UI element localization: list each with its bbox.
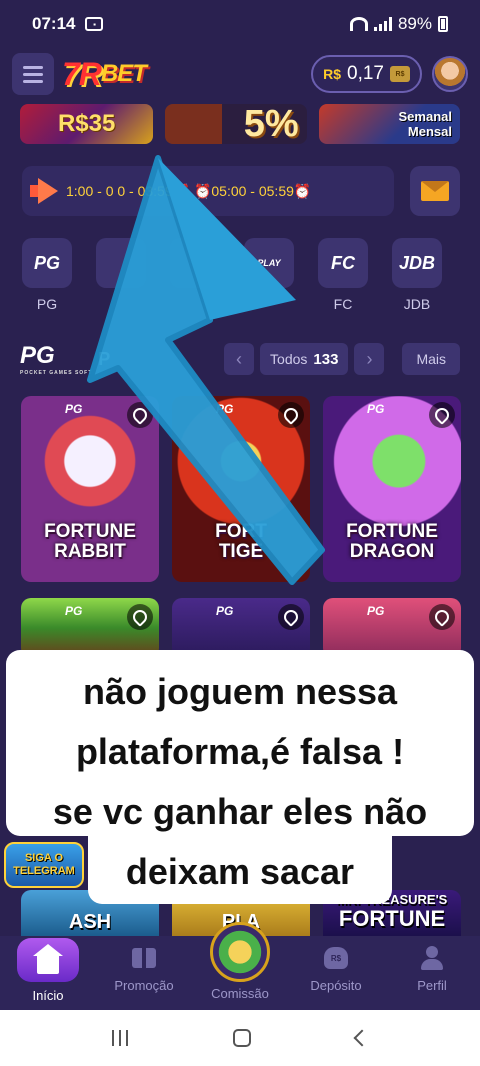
system-nav-bar bbox=[0, 1010, 480, 1066]
messages-button[interactable] bbox=[410, 166, 460, 216]
user-icon bbox=[417, 944, 447, 972]
pager: ‹ Todos 133 › Mais bbox=[224, 343, 460, 375]
recents-icon[interactable] bbox=[112, 1030, 129, 1046]
banner-bonus[interactable]: R$35 bbox=[20, 104, 154, 144]
section-header: PG POCKET GAMES SOFT P ‹ Todos 133 › Mai… bbox=[20, 342, 460, 376]
avatar[interactable] bbox=[432, 56, 468, 92]
bottom-nav: Início Promoção Comissão R$ Depósito Per… bbox=[0, 922, 480, 1010]
menu-icon bbox=[23, 65, 43, 69]
game-card-fortune-tiger[interactable]: PG FORT TIGE bbox=[172, 396, 310, 582]
provider-play[interactable]: PLAY bbox=[244, 238, 294, 312]
notification-icon: ▪ bbox=[85, 17, 104, 31]
games-count[interactable]: Todos 133 bbox=[260, 343, 349, 375]
next-page-button[interactable]: › bbox=[354, 343, 385, 375]
provider-hidden-2[interactable] bbox=[170, 238, 220, 312]
provider-fc[interactable]: FC FC bbox=[318, 238, 368, 312]
announcement-marquee[interactable]: 1:00 - 0 0 - 03:59⏰ ⏰05:00 - 05:59⏰ bbox=[22, 166, 394, 216]
provider-hidden-1[interactable] bbox=[96, 238, 146, 312]
jdb-provider-icon: JDB bbox=[392, 238, 442, 288]
marquee-text: 1:00 - 0 0 - 03:59⏰ ⏰05:00 - 05:59⏰ bbox=[66, 182, 312, 199]
nav-perfil[interactable]: Perfil bbox=[384, 944, 480, 993]
games-grid: PG FORTUNE RABBIT PG FORT TIGE PG FORTUNE D… bbox=[21, 396, 461, 658]
provider-pg[interactable]: PG PG bbox=[22, 238, 72, 312]
pg-provider-icon: PG bbox=[22, 238, 72, 288]
provider-jdb[interactable]: JDB JDB bbox=[392, 238, 442, 312]
game-card-fortune-dragon[interactable]: PG FORTUNE DRAGON bbox=[323, 396, 461, 582]
provider-icon bbox=[96, 238, 146, 288]
status-bar: 07:14 ▪ 89% bbox=[0, 0, 480, 48]
wallet-icon: R$ bbox=[390, 66, 410, 82]
play-provider-icon: PLAY bbox=[244, 238, 294, 288]
prev-page-button[interactable]: ‹ bbox=[224, 343, 255, 375]
favorite-icon[interactable] bbox=[127, 604, 153, 630]
wifi-icon bbox=[349, 17, 368, 31]
favorite-icon[interactable] bbox=[127, 402, 153, 428]
home-button-icon[interactable] bbox=[232, 1029, 251, 1047]
favorite-icon[interactable] bbox=[278, 604, 304, 630]
menu-button[interactable] bbox=[12, 53, 54, 95]
pg-soft-logo: PG POCKET GAMES SOFT bbox=[20, 342, 93, 376]
game-title: FORTUNE RABBIT bbox=[44, 521, 136, 562]
game-card-fortune-rabbit[interactable]: PG FORTUNE RABBIT bbox=[21, 396, 159, 582]
battery-percent: 89% bbox=[397, 14, 432, 33]
game-card[interactable]: PG bbox=[21, 598, 159, 658]
banner-percent[interactable]: 5% bbox=[165, 104, 307, 144]
more-button[interactable]: Mais bbox=[402, 343, 460, 375]
nav-comissao[interactable]: Comissão bbox=[192, 922, 288, 1001]
megaphone-icon bbox=[30, 178, 60, 204]
signal-icon bbox=[373, 17, 392, 31]
envelope-icon bbox=[421, 181, 449, 201]
back-icon[interactable] bbox=[353, 1029, 371, 1047]
gift-icon bbox=[129, 944, 159, 972]
favorite-icon[interactable] bbox=[429, 402, 455, 428]
status-time: 07:14 bbox=[32, 14, 76, 33]
nav-promocao[interactable]: Promoção bbox=[96, 944, 192, 993]
home-icon bbox=[17, 938, 79, 982]
provider-icon bbox=[170, 238, 220, 288]
telegram-button[interactable]: SIGA O TELEGRAM bbox=[4, 842, 84, 888]
provider-list: PG PG PLAY FC FC JDB JDB bbox=[22, 238, 480, 312]
balance-display[interactable]: R$ 0,17 R$ bbox=[311, 55, 422, 93]
logo-main: 7R bbox=[62, 55, 102, 92]
money-coin-icon bbox=[210, 922, 270, 982]
logo-sub: BET bbox=[100, 60, 147, 87]
fc-provider-icon: FC bbox=[318, 238, 368, 288]
section-title: P bbox=[98, 348, 111, 369]
money-bag-icon: R$ bbox=[321, 944, 351, 972]
promo-banners: R$35 5% Semanal Mensal bbox=[20, 104, 460, 144]
nav-deposito[interactable]: R$ Depósito bbox=[288, 944, 384, 993]
favorite-icon[interactable] bbox=[429, 604, 455, 630]
game-card[interactable]: PG bbox=[172, 598, 310, 658]
banner-weekly-monthly[interactable]: Semanal Mensal bbox=[318, 104, 460, 144]
favorite-icon[interactable] bbox=[278, 402, 304, 428]
brand-logo[interactable]: 7R BET bbox=[62, 55, 147, 93]
game-card[interactable]: PG bbox=[323, 598, 461, 658]
balance-amount: 0,17 bbox=[347, 63, 384, 84]
nav-inicio[interactable]: Início bbox=[0, 938, 96, 1003]
game-title: FORTUNE DRAGON bbox=[346, 521, 438, 562]
status-right: 89% bbox=[349, 14, 448, 34]
app-header: 7R BET R$ 0,17 R$ bbox=[0, 48, 480, 100]
battery-icon bbox=[438, 16, 448, 32]
game-title: FORT TIGE bbox=[215, 521, 267, 562]
balance-currency: R$ bbox=[323, 66, 342, 82]
